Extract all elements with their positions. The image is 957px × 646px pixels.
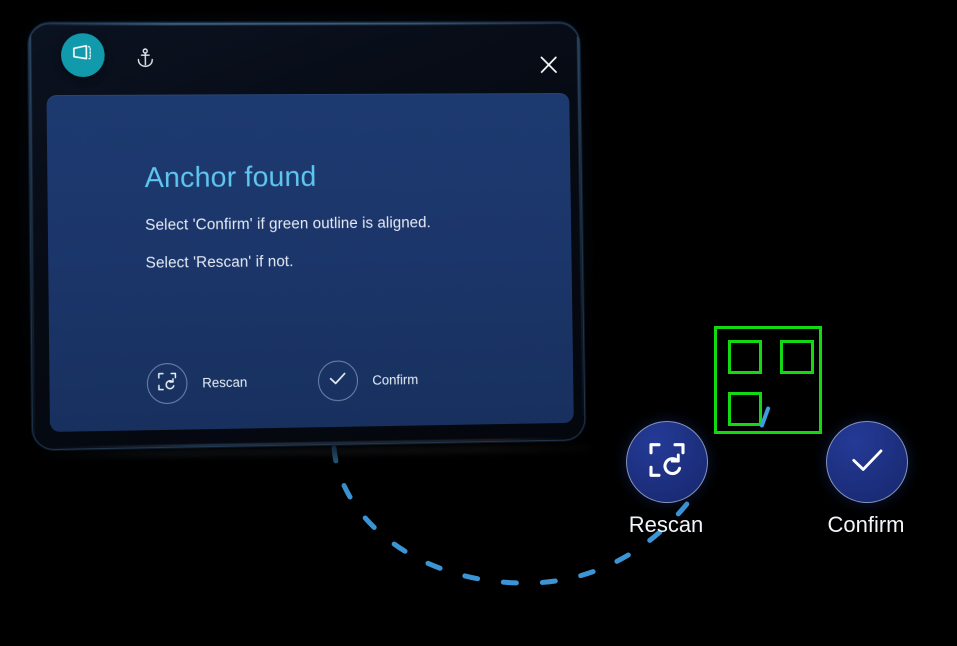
world-rescan-label: Rescan <box>628 512 704 537</box>
anchor-dialog-panel: Anchor found Select 'Confirm' if green o… <box>21 15 592 457</box>
dialog-rescan-circle <box>146 362 188 405</box>
marker-square-top-left <box>728 340 762 374</box>
marker-square-top-right <box>780 340 814 374</box>
world-rescan-button[interactable]: Rescan <box>626 421 708 538</box>
dialog-body-line-1: Select 'Confirm' if green outline is ali… <box>145 214 431 234</box>
dialog-action-row: Rescan Confirm <box>146 359 419 405</box>
app-badge[interactable] <box>60 33 105 78</box>
screen-3d-icon <box>71 43 95 68</box>
panel-titlebar <box>29 23 580 95</box>
scene-root: Anchor found Select 'Confirm' if green o… <box>0 0 957 646</box>
dialog-body-line-2: Select 'Rescan' if not. <box>145 253 294 272</box>
dialog-rescan-label: Rescan <box>202 374 248 391</box>
world-rescan-circle <box>626 421 708 503</box>
world-confirm-circle <box>826 421 908 503</box>
dialog-confirm-circle <box>317 360 359 402</box>
check-icon <box>845 443 889 482</box>
panel-frame: Anchor found Select 'Confirm' if green o… <box>27 21 586 451</box>
dialog-confirm-label: Confirm <box>372 372 419 388</box>
rescan-icon <box>157 370 178 396</box>
anchor-icon[interactable] <box>132 45 158 71</box>
dialog-title: Anchor found <box>144 161 317 195</box>
close-icon <box>538 53 559 79</box>
rescan-icon <box>647 440 687 485</box>
world-confirm-button[interactable]: Confirm <box>826 421 908 538</box>
panel-right-edge <box>576 36 585 416</box>
check-icon <box>327 369 349 392</box>
dialog-confirm-button[interactable]: Confirm <box>317 359 419 402</box>
world-confirm-label: Confirm <box>827 512 905 537</box>
close-button[interactable] <box>532 50 565 83</box>
marker-square-bottom-left <box>728 392 762 426</box>
dialog-rescan-button[interactable]: Rescan <box>146 362 248 405</box>
dialog-content-card: Anchor found Select 'Confirm' if green o… <box>46 93 574 432</box>
anchor-outline-marker <box>714 326 822 434</box>
